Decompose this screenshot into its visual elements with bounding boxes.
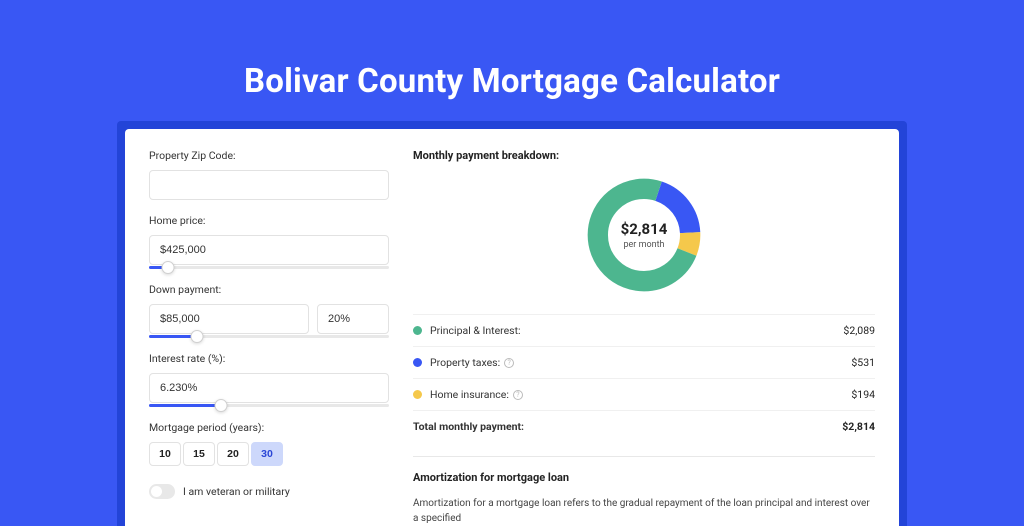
total-label: Total monthly payment: — [413, 420, 842, 433]
legend-total-row: Total monthly payment:$2,814 — [413, 411, 875, 442]
amort-title: Amortization for mortgage loan — [413, 456, 875, 484]
period-buttons: 10152030 — [149, 442, 389, 466]
home-price-label: Home price: — [149, 214, 389, 227]
card-shadow: Property Zip Code: Home price: Down paym… — [117, 121, 907, 526]
legend-dot — [413, 358, 422, 367]
legend-label: Home insurance:? — [430, 388, 851, 401]
veteran-toggle[interactable] — [149, 484, 175, 499]
donut-chart-area: $2,814 per month — [413, 174, 875, 296]
home-price-input[interactable] — [149, 235, 389, 265]
legend-row: Principal & Interest:$2,089 — [413, 314, 875, 347]
down-payment-pct-input[interactable] — [317, 304, 389, 334]
down-payment-slider[interactable] — [149, 335, 389, 338]
breakdown-column: Monthly payment breakdown: $2,814 per mo… — [413, 149, 875, 526]
donut-total: $2,814 — [621, 220, 668, 238]
amort-text: Amortization for a mortgage loan refers … — [413, 496, 875, 526]
legend-value: $2,089 — [843, 324, 875, 337]
zip-label: Property Zip Code: — [149, 149, 389, 162]
zip-input[interactable] — [149, 170, 389, 200]
period-btn-30[interactable]: 30 — [251, 442, 283, 466]
zip-field-group: Property Zip Code: — [149, 149, 389, 200]
period-btn-20[interactable]: 20 — [217, 442, 249, 466]
legend-value: $194 — [851, 388, 875, 401]
slider-thumb[interactable] — [162, 261, 175, 274]
period-label: Mortgage period (years): — [149, 421, 389, 434]
toggle-knob — [151, 486, 162, 497]
legend-label: Property taxes:? — [430, 356, 851, 369]
rate-slider[interactable] — [149, 404, 389, 407]
legend-dot — [413, 390, 422, 399]
period-btn-10[interactable]: 10 — [149, 442, 181, 466]
down-payment-label: Down payment: — [149, 283, 389, 296]
donut-chart: $2,814 per month — [583, 174, 705, 296]
veteran-row: I am veteran or military — [149, 484, 389, 499]
period-btn-15[interactable]: 15 — [183, 442, 215, 466]
legend-row: Home insurance:?$194 — [413, 379, 875, 411]
home-price-slider[interactable] — [149, 266, 389, 269]
form-column: Property Zip Code: Home price: Down paym… — [149, 149, 389, 526]
page-title: Bolivar County Mortgage Calculator — [244, 62, 780, 101]
rate-input[interactable] — [149, 373, 389, 403]
legend-row: Property taxes:?$531 — [413, 347, 875, 379]
down-payment-input[interactable] — [149, 304, 309, 334]
legend: Principal & Interest:$2,089Property taxe… — [413, 314, 875, 442]
legend-dot — [413, 326, 422, 335]
rate-group: Interest rate (%): — [149, 352, 389, 407]
calculator-card: Property Zip Code: Home price: Down paym… — [125, 129, 899, 526]
info-icon[interactable]: ? — [513, 390, 523, 400]
info-icon[interactable]: ? — [504, 358, 514, 368]
total-value: $2,814 — [842, 420, 875, 433]
slider-thumb[interactable] — [191, 330, 204, 343]
down-payment-group: Down payment: — [149, 283, 389, 338]
home-price-group: Home price: — [149, 214, 389, 269]
legend-value: $531 — [851, 356, 875, 369]
breakdown-title: Monthly payment breakdown: — [413, 149, 875, 162]
donut-sub: per month — [623, 240, 664, 250]
veteran-label: I am veteran or military — [183, 485, 290, 498]
legend-label: Principal & Interest: — [430, 324, 843, 337]
rate-label: Interest rate (%): — [149, 352, 389, 365]
donut-center: $2,814 per month — [583, 174, 705, 296]
slider-thumb[interactable] — [215, 399, 228, 412]
period-group: Mortgage period (years): 10152030 — [149, 421, 389, 466]
